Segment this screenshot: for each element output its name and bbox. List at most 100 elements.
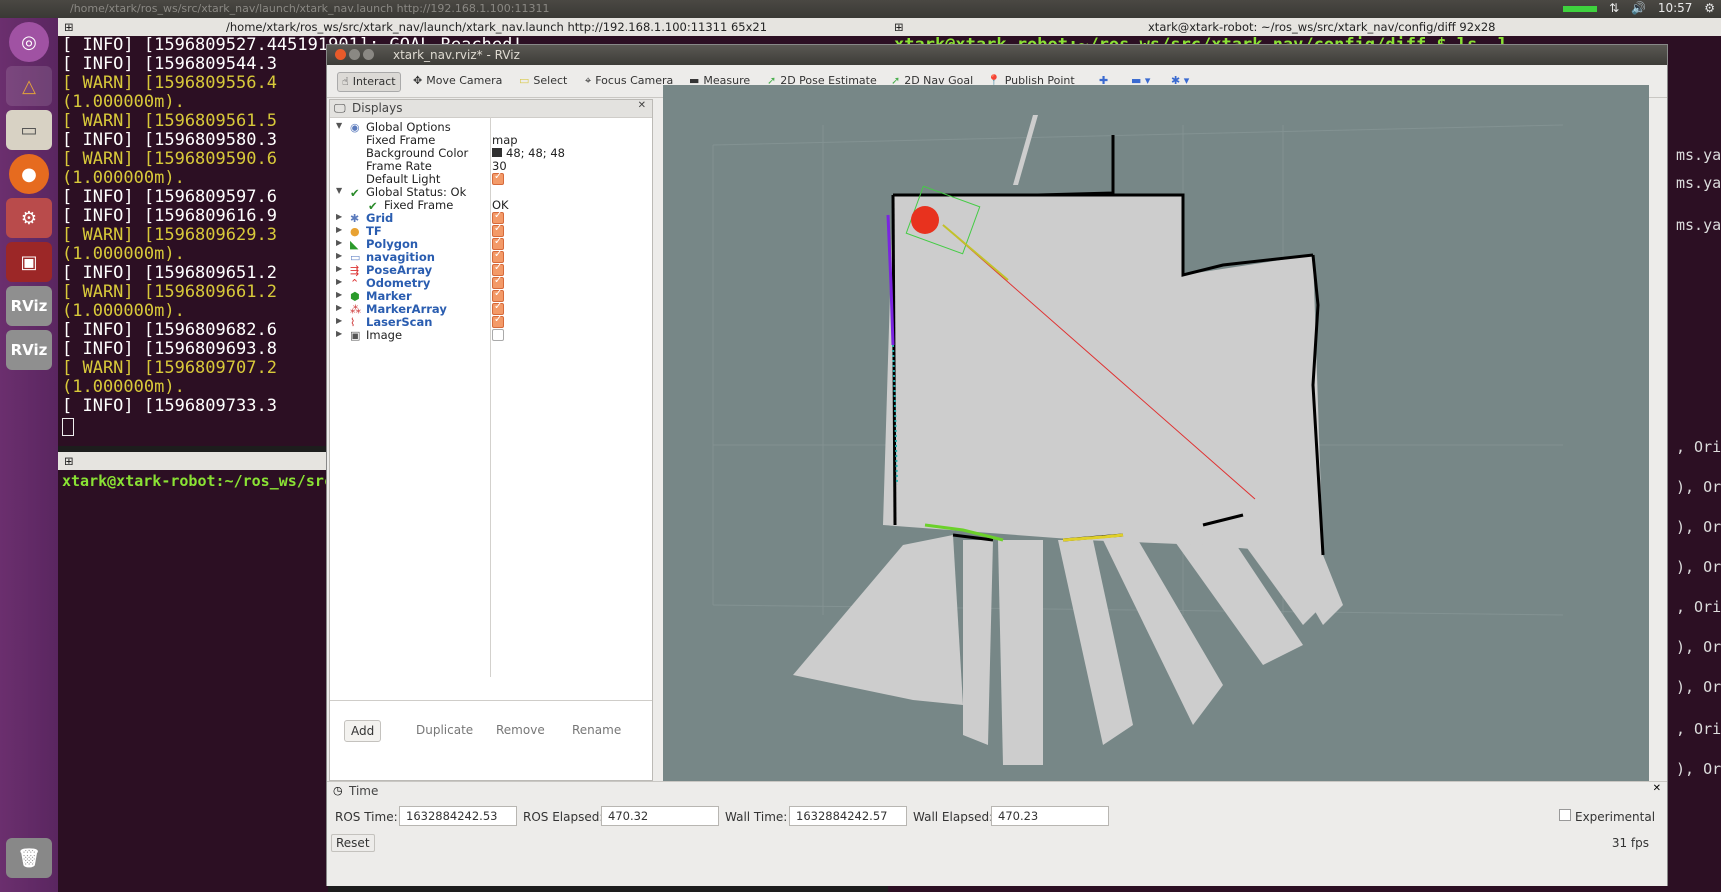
- marker-icon: ⬢: [350, 290, 360, 303]
- close-icon[interactable]: ✕: [1653, 783, 1661, 794]
- move-camera-tool[interactable]: ✥ Move Camera: [409, 72, 506, 90]
- experimental-checkbox[interactable]: [1559, 809, 1571, 821]
- displays-panel: 🖵 Displays ✕ ▼ ◉ Global Options Fixed Fr…: [329, 99, 653, 781]
- expand-right-icon[interactable]: ▶: [336, 251, 342, 260]
- tree-display-grid[interactable]: ▶ ✱ Grid: [330, 210, 652, 225]
- remove-button[interactable]: Remove: [490, 720, 551, 740]
- files-icon[interactable]: ▭: [6, 110, 52, 150]
- rename-button[interactable]: Rename: [566, 720, 627, 740]
- wall-time-field[interactable]: 1632884242.57: [789, 806, 907, 826]
- minimize-icon[interactable]: [349, 49, 360, 60]
- displays-title: Displays: [352, 101, 403, 115]
- rviz-titlebar[interactable]: xtark_nav.rviz* - RViz: [327, 45, 1667, 65]
- tree-display-laserscan[interactable]: ▶ ⌇ LaserScan: [330, 314, 652, 329]
- network-icon[interactable]: ⇅: [1609, 1, 1619, 15]
- close-icon[interactable]: [335, 49, 346, 60]
- reset-button[interactable]: Reset: [331, 834, 375, 852]
- terminal-left-titlebar[interactable]: ⊞ /home/xtark/ros_ws/src/xtark_nav/launc…: [58, 18, 888, 36]
- tree-display-navagition[interactable]: ▶ ▭ navagition: [330, 249, 652, 264]
- terminal-right-titlebar[interactable]: ⊞ xtark@xtark-robot: ~/ros_ws/src/xtark_…: [888, 18, 1721, 36]
- ubuntu-dash-icon[interactable]: ◎: [9, 22, 49, 62]
- gear-icon[interactable]: ⚙: [1704, 1, 1715, 15]
- tree-display-posearray[interactable]: ▶ ⇶ PoseArray: [330, 262, 652, 277]
- volume-icon[interactable]: 🔊: [1631, 1, 1646, 15]
- expand-right-icon[interactable]: ▶: [336, 316, 342, 325]
- expand-right-icon[interactable]: ▶: [336, 290, 342, 299]
- tree-fixed-frame[interactable]: Fixed Frame map: [330, 133, 652, 147]
- displays-header: 🖵 Displays ✕: [330, 100, 652, 118]
- clock[interactable]: 10:57: [1658, 1, 1693, 15]
- tree-status-fixed-frame[interactable]: ✔ Fixed Frame OK: [330, 198, 652, 213]
- map-render[interactable]: [663, 85, 1649, 785]
- tree-display-polygon[interactable]: ▶ ◣ Polygon: [330, 236, 652, 251]
- ros-elapsed-field[interactable]: 470.32: [601, 806, 719, 826]
- expand-right-icon[interactable]: ▶: [336, 303, 342, 312]
- system-top-bar: /home/xtark/ros_ws/src/xtark_nav/launch/…: [0, 0, 1721, 18]
- terminal-icon: ⊞: [894, 20, 904, 34]
- globe-icon: ◉: [350, 121, 360, 134]
- tree-display-marker[interactable]: ▶ ⬢ Marker: [330, 288, 652, 303]
- default-light-checkbox[interactable]: [492, 171, 504, 185]
- terminal-icon[interactable]: ▣: [6, 242, 52, 282]
- tree-display-tf[interactable]: ▶ ● TF: [330, 223, 652, 238]
- firefox-icon[interactable]: ●: [9, 154, 49, 194]
- select-tool[interactable]: ▭ Select: [515, 72, 571, 90]
- display-checkbox[interactable]: [492, 329, 504, 341]
- fixed-frame-value[interactable]: map: [492, 133, 518, 147]
- tree-display-image[interactable]: ▶ ▣ Image: [330, 328, 652, 342]
- expand-right-icon[interactable]: ▶: [336, 277, 342, 286]
- bg-color-value[interactable]: 48; 48; 48: [506, 146, 565, 160]
- expand-right-icon[interactable]: ▶: [336, 329, 342, 338]
- system-tray[interactable]: ⇅ 🔊 10:57 ⚙: [1555, 1, 1715, 15]
- rviz-icon-2[interactable]: RViz: [6, 330, 52, 370]
- expand-down-icon[interactable]: ▼: [336, 121, 342, 130]
- terminal-bottom-output[interactable]: xtark@xtark-robot:~/ros_ws/src: [58, 470, 328, 892]
- settings-icon[interactable]: ⚙: [6, 198, 52, 238]
- expand-right-icon[interactable]: ▶: [336, 212, 342, 221]
- tree-display-markerarray[interactable]: ▶ ⁂ MarkerArray: [330, 301, 652, 316]
- grid-icon: ✱: [350, 212, 360, 225]
- terminal-fragment: ), Or: [1676, 518, 1721, 536]
- time-header: Time: [349, 784, 379, 798]
- terminal-fragment: , Orie: [1676, 438, 1721, 456]
- rviz-icon[interactable]: RViz: [6, 286, 52, 326]
- rviz-3d-view[interactable]: [663, 85, 1649, 785]
- tree-background-color[interactable]: Background Color 48; 48; 48: [330, 146, 652, 160]
- trash-icon[interactable]: 🗑: [6, 838, 52, 878]
- expand-right-icon[interactable]: ▶: [336, 238, 342, 247]
- expand-right-icon[interactable]: ▶: [336, 225, 342, 234]
- tree-global-status[interactable]: ▼ ✔ Global Status: Ok: [330, 185, 652, 200]
- display-checkbox[interactable]: [492, 314, 504, 328]
- rviz-window: xtark_nav.rviz* - RViz ☝ Interact ✥ Move C…: [326, 44, 1668, 886]
- wall-elapsed-field[interactable]: 470.23: [991, 806, 1109, 826]
- check-icon: ✔: [368, 199, 378, 213]
- expand-right-icon[interactable]: ▶: [336, 264, 342, 273]
- check-icon: ✔: [350, 186, 360, 200]
- color-swatch: [492, 148, 502, 157]
- expand-down-icon[interactable]: ▼: [336, 186, 342, 195]
- folder-icon: ▭: [350, 251, 361, 264]
- app-icon[interactable]: △: [6, 66, 52, 106]
- tree-global-options[interactable]: ▼ ◉ Global Options: [330, 120, 652, 134]
- tree-default-light[interactable]: Default Light: [330, 171, 652, 186]
- wall-time-label: Wall Time:: [725, 810, 788, 824]
- terminal-fragment: ms.yam: [1676, 146, 1721, 164]
- hand-icon: ☝: [342, 75, 349, 88]
- monitor-icon: 🖵: [334, 101, 346, 115]
- pose-array-icon: ⇶: [350, 264, 360, 277]
- interact-tool[interactable]: ☝ Interact: [337, 72, 401, 92]
- close-icon[interactable]: ✕: [638, 100, 646, 111]
- laser-scan-icon: ⌇: [350, 316, 356, 329]
- terminal-fragment: ), Or: [1676, 678, 1721, 696]
- terminal-bottom-titlebar[interactable]: ⊞: [58, 452, 328, 470]
- odometry-icon: ⌃: [350, 277, 360, 290]
- ros-time-field[interactable]: 1632884242.53: [399, 806, 517, 826]
- tf-icon: ●: [350, 225, 360, 238]
- duplicate-button[interactable]: Duplicate: [410, 720, 479, 740]
- tree-frame-rate[interactable]: Frame Rate 30: [330, 159, 652, 173]
- terminal-icon: ⊞: [64, 20, 74, 34]
- maximize-icon[interactable]: [363, 49, 374, 60]
- tree-display-odometry[interactable]: ▶ ⌃ Odometry: [330, 275, 652, 290]
- add-button[interactable]: Add: [344, 720, 382, 742]
- battery-icon[interactable]: [1563, 5, 1598, 12]
